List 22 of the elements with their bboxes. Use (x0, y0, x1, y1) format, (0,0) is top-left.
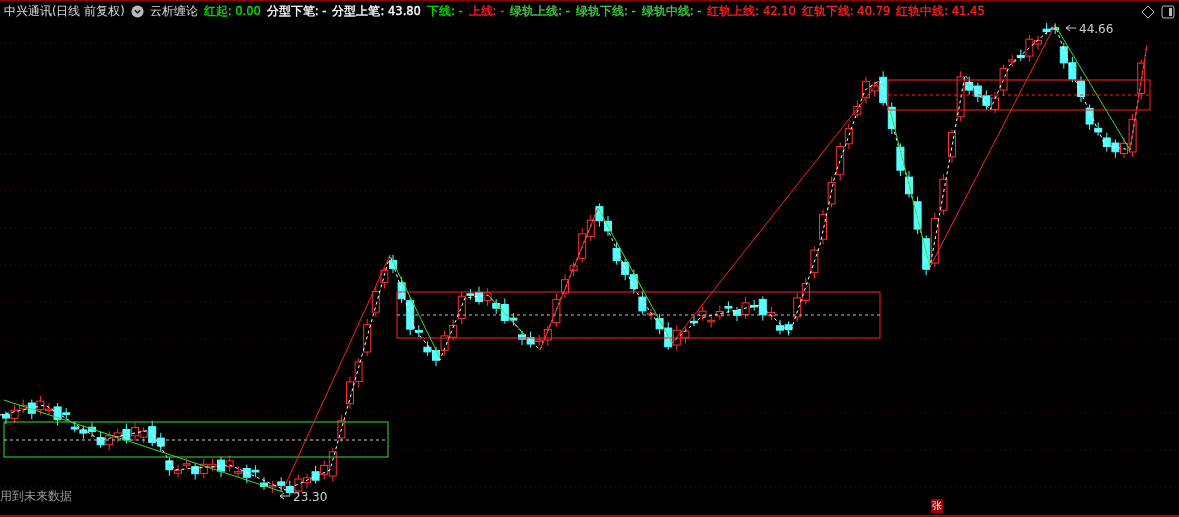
legend-value: 上线: - (468, 4, 505, 19)
panel-icon[interactable] (1161, 4, 1175, 19)
legend-value: 绿轨下线: - (576, 4, 636, 19)
legend-value: 分型上笔: 43.80 (332, 4, 421, 19)
indicator-name: 云析缠论 (149, 4, 198, 19)
legend-value: 红轨上线: 42.10 (707, 4, 796, 19)
legend-value: 红起: 0.00 (203, 4, 261, 19)
legend-value: 绿轨中线: - (641, 4, 702, 19)
rise-badge: 张 (931, 499, 943, 513)
high-price-label: 44.66 (1079, 22, 1114, 36)
dropdown-icon[interactable] (130, 5, 144, 18)
warning-note: 用到未来数据 (0, 488, 72, 505)
arrow-icon (1065, 24, 1077, 32)
legend-value: 绿轨上线: - (510, 4, 570, 19)
stock-title: 中兴通讯(日线 前复权) (4, 4, 125, 19)
legend-value: 下线: - (426, 4, 463, 19)
legend-value: 红轨中线: 41.45 (896, 4, 985, 19)
legend-value: 分型下笔: - (266, 4, 327, 19)
legend-value: 红轨下线: 40.79 (801, 4, 891, 19)
diamond-icon[interactable] (1141, 4, 1155, 19)
low-price-label: 23.30 (293, 490, 328, 504)
arrow-icon (279, 492, 291, 500)
